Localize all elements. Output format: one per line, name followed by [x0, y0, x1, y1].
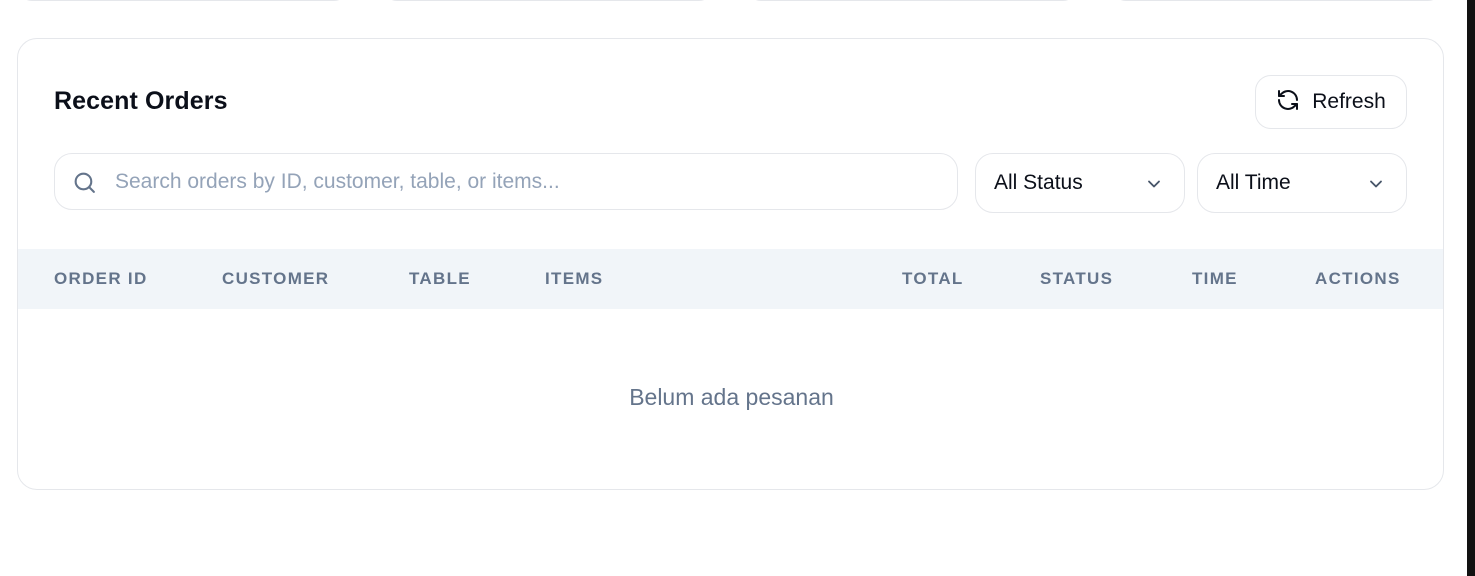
- recent-orders-card: Recent Orders Refresh All Status: [17, 38, 1444, 490]
- card-title: Recent Orders: [54, 87, 228, 115]
- summary-card-1: [18, 0, 348, 1]
- time-filter-value: All Time: [1216, 171, 1291, 194]
- time-filter-select[interactable]: All Time: [1197, 153, 1407, 213]
- column-header-time[interactable]: TIME: [1192, 269, 1238, 289]
- status-filter-select[interactable]: All Status: [975, 153, 1185, 213]
- column-header-total[interactable]: TOTAL: [902, 269, 964, 289]
- status-filter-value: All Status: [994, 171, 1083, 194]
- orders-table-header: ORDER ID CUSTOMER TABLE ITEMS TOTAL STAT…: [18, 249, 1443, 309]
- column-header-customer[interactable]: CUSTOMER: [222, 269, 329, 289]
- column-header-actions: ACTIONS: [1315, 269, 1401, 288]
- column-header-items[interactable]: ITEMS: [545, 269, 603, 289]
- refresh-button[interactable]: Refresh: [1255, 75, 1407, 129]
- window-edge: [1467, 0, 1475, 576]
- chevron-down-icon: [1366, 174, 1386, 199]
- summary-card-2: [383, 0, 713, 1]
- search-input[interactable]: [115, 154, 945, 209]
- column-header-status[interactable]: STATUS: [1040, 269, 1113, 289]
- column-header-table[interactable]: TABLE: [409, 269, 471, 289]
- column-header-order-id[interactable]: ORDER ID: [54, 269, 148, 289]
- search-box[interactable]: [54, 153, 958, 210]
- chevron-down-icon: [1144, 174, 1164, 199]
- summary-card-4: [1112, 0, 1442, 1]
- search-icon: [72, 170, 97, 200]
- refresh-icon: [1276, 88, 1300, 117]
- refresh-button-label: Refresh: [1312, 90, 1386, 113]
- summary-card-3: [747, 0, 1077, 1]
- empty-state-message: Belum ada pesanan: [629, 384, 834, 410]
